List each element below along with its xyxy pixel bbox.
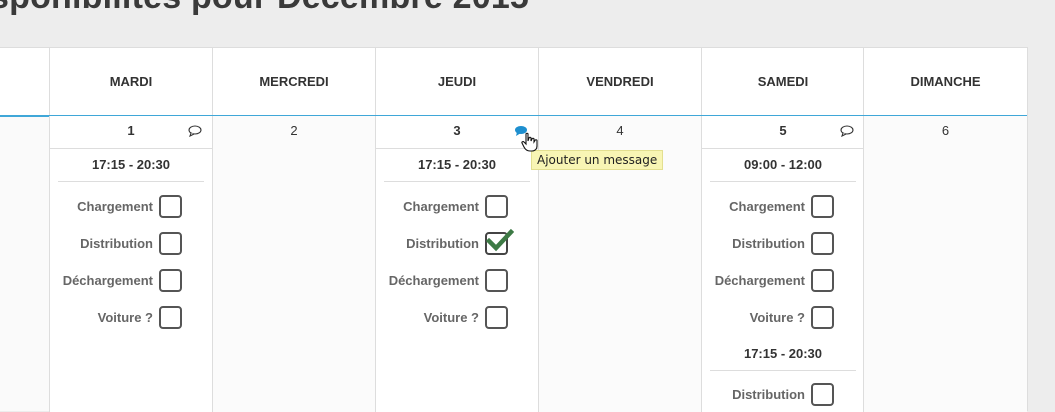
task-label: Déchargement — [714, 273, 805, 288]
task-row: Chargement — [58, 195, 204, 219]
task-label: Distribution — [80, 236, 153, 251]
day-column-saturday: 5 09:00 - 12:00 Chargement Distribution … — [701, 116, 864, 412]
page-title: sponibilités pour Décembre 2015 — [0, 0, 529, 17]
day-number: 6 — [941, 123, 950, 138]
task-label: Chargement — [729, 199, 805, 214]
task-label: Chargement — [77, 199, 153, 214]
task-checkbox[interactable] — [811, 306, 834, 329]
speech-bubble-outline-icon[interactable] — [188, 125, 202, 137]
task-row: Distribution — [384, 228, 530, 256]
task-label: Voiture ? — [423, 310, 479, 325]
task-label: Distribution — [406, 236, 479, 251]
hand-cursor-icon — [521, 132, 538, 152]
day-column-tuesday: 1 17:15 - 20:30 Chargement Distribution … — [49, 116, 212, 412]
task-checkbox[interactable] — [485, 269, 508, 292]
header-thursday: JEUDI — [375, 48, 538, 115]
task-label: Chargement — [403, 199, 479, 214]
task-checkbox[interactable] — [159, 269, 182, 292]
day-number-row: 1 — [50, 116, 212, 149]
day-number-row: 2 — [213, 116, 375, 148]
task-checkbox[interactable] — [811, 195, 834, 218]
day-number-row: 6 — [864, 116, 1027, 148]
task-checkbox[interactable] — [485, 306, 508, 329]
slot-time: 17:15 - 20:30 — [710, 338, 856, 371]
add-message-tooltip: Ajouter un message — [531, 150, 664, 170]
day-number-row: 3 — [376, 116, 538, 149]
task-row: Distribution — [710, 232, 856, 256]
slot-time: 09:00 - 12:00 — [710, 149, 856, 182]
header-wednesday: MERCREDI — [212, 48, 375, 115]
task-checkbox-checked[interactable] — [485, 228, 514, 255]
checkmark-icon — [486, 228, 514, 252]
day-column-wednesday: 2 — [212, 116, 375, 412]
header-tuesday: MARDI — [49, 48, 212, 115]
task-checkbox[interactable] — [811, 383, 834, 406]
task-checkbox[interactable] — [485, 195, 508, 218]
time-slot: 09:00 - 12:00 Chargement Distribution Dé… — [710, 149, 856, 339]
task-row: Déchargement — [710, 269, 856, 293]
header-saturday: SAMEDI — [701, 48, 864, 115]
task-label: Distribution — [732, 387, 805, 402]
task-checkbox[interactable] — [811, 232, 834, 255]
task-checkbox[interactable] — [159, 306, 182, 329]
task-row: Chargement — [384, 195, 530, 219]
day-number: 4 — [616, 123, 624, 138]
task-checkbox[interactable] — [159, 232, 182, 255]
task-checkbox[interactable] — [811, 269, 834, 292]
task-label: Voiture ? — [97, 310, 153, 325]
task-label: Distribution — [732, 236, 805, 251]
task-label: Déchargement — [62, 273, 153, 288]
task-row: Voiture ? — [710, 306, 856, 330]
header-friday: VENDREDI — [538, 48, 701, 115]
task-label: Voiture ? — [749, 310, 805, 325]
task-label: Déchargement — [388, 273, 479, 288]
task-row: Déchargement — [384, 269, 530, 293]
task-row: Distribution — [710, 383, 856, 407]
task-row: Distribution — [58, 232, 204, 256]
day-number: 2 — [290, 123, 298, 138]
calendar-header-row: MARDI MERCREDI JEUDI VENDREDI SAMEDI DIM… — [0, 47, 1027, 117]
time-slot: 17:15 - 20:30 Chargement Distribution Dé… — [384, 149, 530, 339]
day-number-row: 4 — [539, 116, 701, 148]
task-checkbox[interactable] — [159, 195, 182, 218]
day-column-sunday: 6 — [863, 116, 1027, 412]
slot-time: 17:15 - 20:30 — [58, 149, 204, 182]
task-row: Chargement — [710, 195, 856, 219]
calendar: MARDI MERCREDI JEUDI VENDREDI SAMEDI DIM… — [0, 47, 1028, 412]
time-slot: 17:15 - 20:30 Distribution — [710, 338, 856, 412]
speech-bubble-outline-icon[interactable] — [840, 125, 854, 137]
task-row: Voiture ? — [58, 306, 204, 330]
header-sunday: DIMANCHE — [863, 48, 1027, 115]
day-column-thursday: 3 17:15 - 20:30 Chargement Distribution — [375, 116, 538, 412]
day-number-row: 5 — [702, 116, 864, 149]
task-row: Déchargement — [58, 269, 204, 293]
time-slot: 17:15 - 20:30 Chargement Distribution Dé… — [58, 149, 204, 339]
slot-time: 17:15 - 20:30 — [384, 149, 530, 182]
task-row: Voiture ? — [384, 306, 530, 330]
